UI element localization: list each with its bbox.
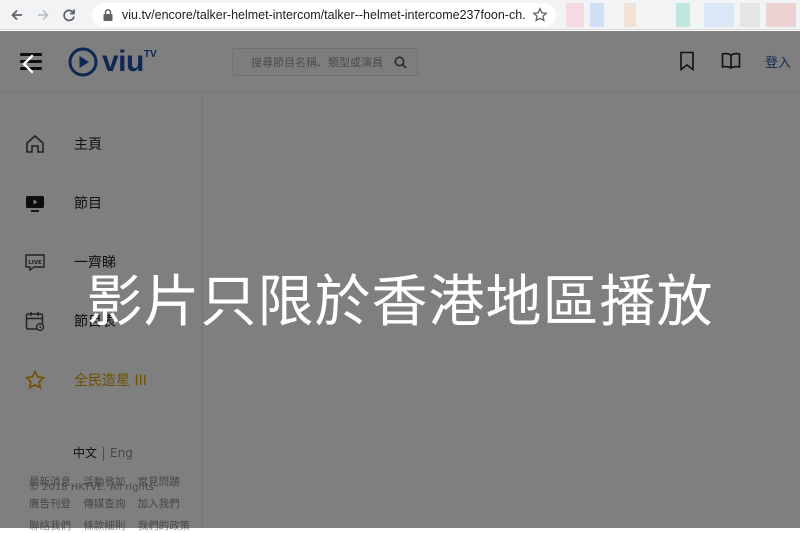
extensions-area <box>562 3 800 27</box>
extension-icon[interactable] <box>704 3 734 27</box>
address-bar[interactable]: viu.tv/encore/talker-helmet-intercom/tal… <box>92 3 556 27</box>
browser-toolbar: viu.tv/encore/talker-helmet-intercom/tal… <box>0 0 800 30</box>
extension-icon[interactable] <box>590 3 604 27</box>
url-text[interactable]: viu.tv/encore/talker-helmet-intercom/tal… <box>122 8 526 22</box>
extension-icon[interactable] <box>676 3 690 27</box>
geo-restriction-message: 影片只限於香港地區播放 <box>86 270 714 335</box>
forward-arrow-icon[interactable] <box>32 4 54 26</box>
reload-icon[interactable] <box>58 4 80 26</box>
extension-icon[interactable] <box>766 3 796 27</box>
bookmark-star-icon[interactable] <box>532 7 548 23</box>
back-arrow-icon[interactable] <box>6 4 28 26</box>
geo-block-overlay: 影片只限於香港地區播放 <box>0 31 800 528</box>
extension-icon[interactable] <box>740 3 760 27</box>
lock-icon <box>103 8 113 21</box>
extension-icon[interactable] <box>566 3 584 27</box>
back-chevron-icon[interactable] <box>18 53 40 75</box>
extension-icon[interactable] <box>624 3 636 27</box>
